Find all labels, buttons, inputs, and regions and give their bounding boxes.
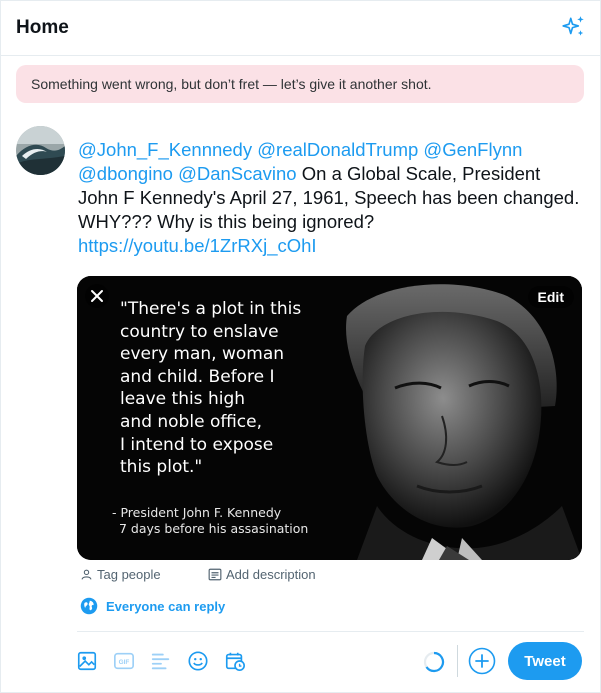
error-message: Something went wrong, but don’t fret — l… bbox=[31, 76, 432, 92]
mention[interactable]: @dbongino bbox=[78, 163, 173, 184]
image-icon bbox=[77, 651, 97, 671]
quote-line: leave this high bbox=[120, 389, 246, 410]
sparkle-icon[interactable] bbox=[561, 14, 587, 40]
divider bbox=[77, 631, 584, 632]
description-icon bbox=[208, 568, 222, 581]
page-title: Home bbox=[16, 17, 69, 38]
emoji-button[interactable] bbox=[186, 649, 210, 673]
attribution-line: - President John F. Kennedy bbox=[112, 505, 282, 520]
media-attachment: Edit "There's a plot in this country to … bbox=[77, 276, 582, 560]
avatar[interactable] bbox=[16, 126, 65, 175]
add-thread-button[interactable] bbox=[468, 647, 496, 675]
globe-icon bbox=[80, 597, 98, 615]
quote-line: country to enslave bbox=[120, 321, 279, 342]
quote-line: this plot." bbox=[120, 457, 203, 478]
quote-line: and noble office, bbox=[120, 411, 262, 432]
gif-label: GIF bbox=[119, 659, 130, 666]
tag-people-label: Tag people bbox=[97, 567, 161, 582]
character-count-ring bbox=[423, 651, 445, 673]
gif-icon: GIF bbox=[114, 652, 134, 670]
schedule-icon bbox=[225, 652, 245, 671]
header: Home bbox=[0, 0, 601, 56]
mention[interactable]: @GenFlynn bbox=[423, 139, 522, 160]
gif-button[interactable]: GIF bbox=[112, 649, 136, 673]
quote-line: and child. Before I bbox=[120, 366, 275, 387]
edit-media-button[interactable]: Edit bbox=[527, 286, 574, 308]
compose-toolbar: GIF bbox=[75, 649, 247, 673]
poll-button[interactable] bbox=[149, 649, 173, 673]
poll-icon bbox=[151, 653, 170, 670]
quote-line: every man, woman bbox=[120, 344, 285, 365]
mention[interactable]: @realDonaldTrump bbox=[257, 139, 418, 160]
tag-people-button[interactable]: Tag people bbox=[80, 567, 161, 582]
toolbar-separator bbox=[457, 645, 458, 677]
add-description-label: Add description bbox=[226, 567, 316, 582]
close-icon bbox=[91, 290, 103, 302]
reply-setting-label: Everyone can reply bbox=[106, 598, 226, 614]
media-button[interactable] bbox=[75, 649, 99, 673]
attribution-line: 7 days before his assasination bbox=[119, 521, 309, 536]
quote-line: "There's a plot in this bbox=[120, 299, 302, 319]
mention[interactable]: @John_F_Kennnedy bbox=[78, 139, 252, 160]
person-icon bbox=[81, 569, 92, 580]
tweet-text[interactable]: @John_F_Kennnedy @realDonaldTrump @GenFl… bbox=[78, 138, 584, 258]
avatar-image bbox=[16, 126, 65, 175]
quote-line: I intend to expose bbox=[120, 434, 274, 455]
schedule-button[interactable] bbox=[223, 649, 247, 673]
remove-media-button[interactable] bbox=[85, 284, 109, 308]
add-description-button[interactable]: Add description bbox=[208, 567, 316, 582]
media-attribution: - President John F. Kennedy 7 days befor… bbox=[112, 505, 352, 537]
error-banner: Something went wrong, but don’t fret — l… bbox=[16, 65, 584, 103]
mention[interactable]: @DanScavino bbox=[178, 163, 297, 184]
tweet-button[interactable]: Tweet bbox=[508, 642, 582, 680]
tweet-link[interactable]: https://youtu.be/1ZrRXj_cOhI bbox=[78, 235, 317, 256]
emoji-icon bbox=[188, 651, 208, 671]
reply-setting-button[interactable]: Everyone can reply bbox=[80, 597, 225, 615]
media-quote: "There's a plot in this country to ensla… bbox=[120, 298, 340, 479]
